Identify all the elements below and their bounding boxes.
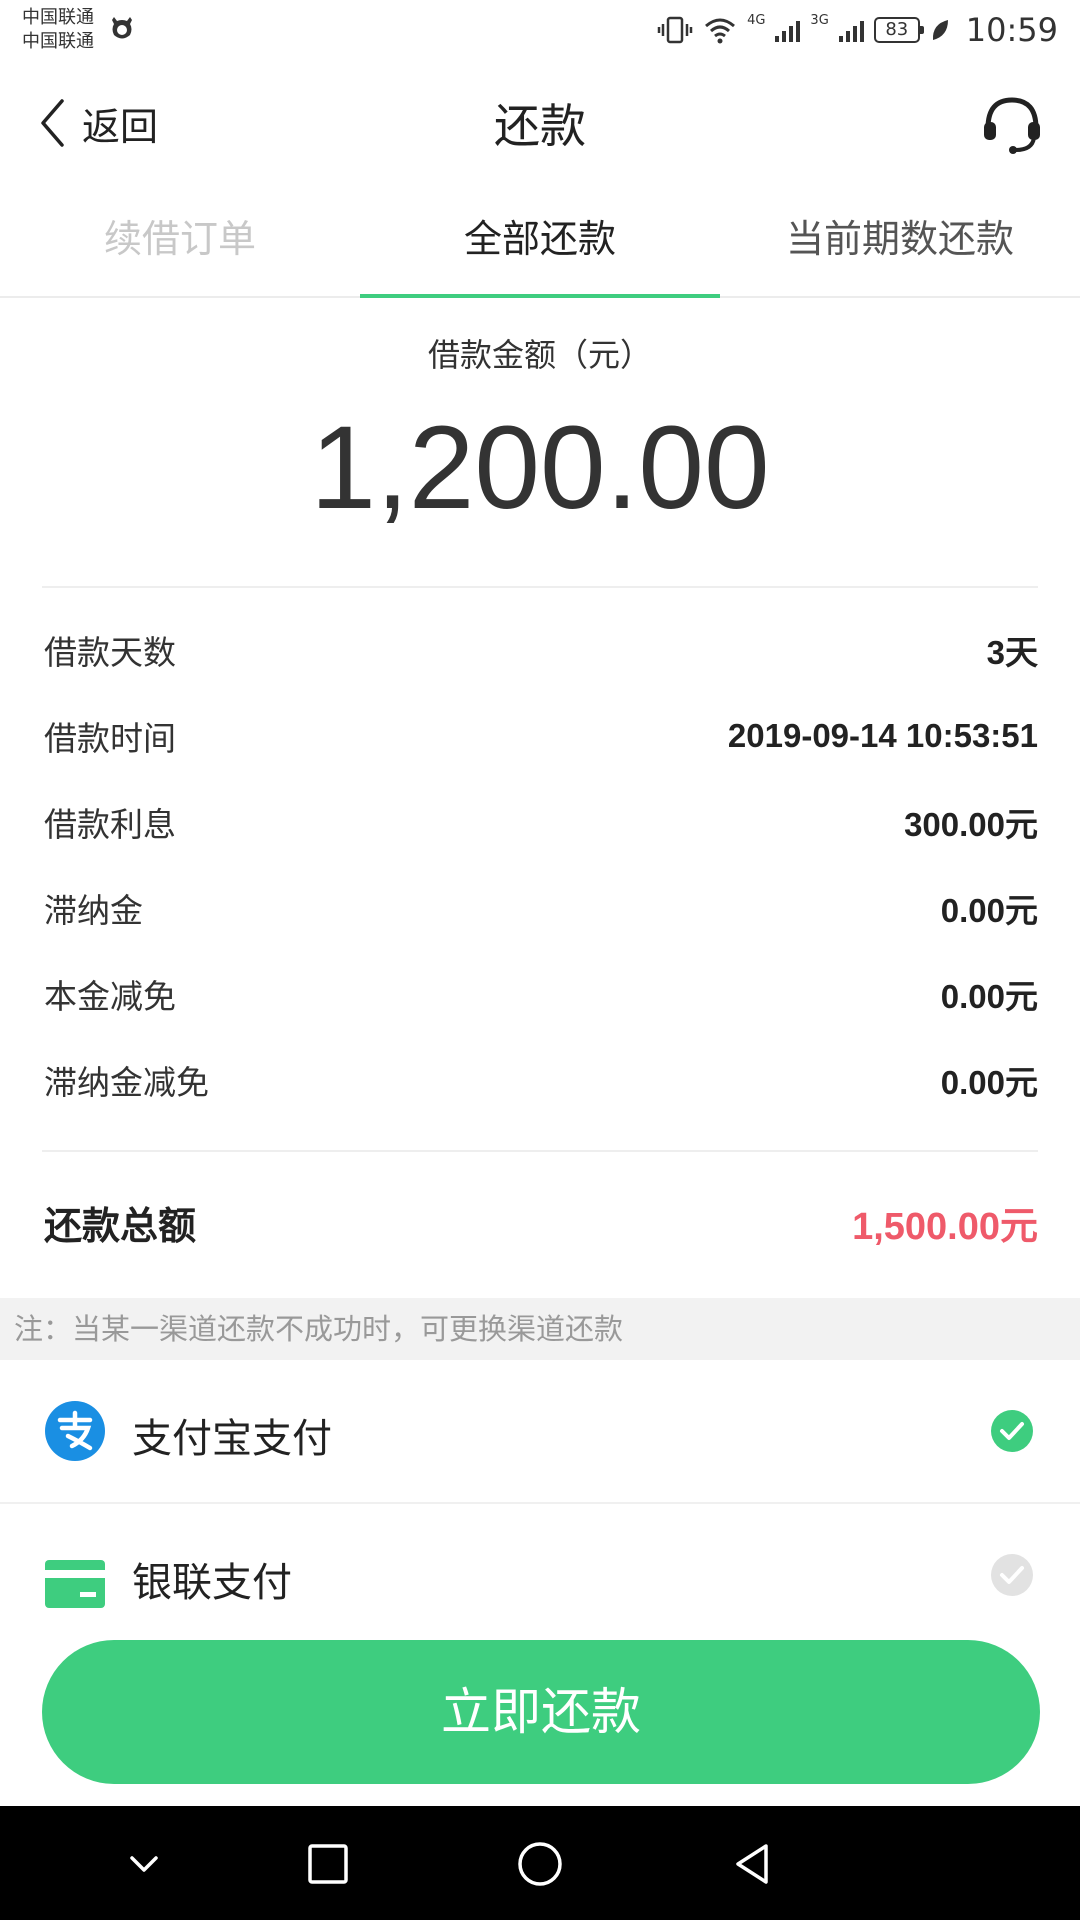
alipay-icon: [45, 1401, 105, 1461]
amount-label: 借款金额（元）: [427, 336, 652, 374]
recents-square-icon[interactable]: [304, 1840, 352, 1888]
status-icons: 4G 3G 83 10:59: [657, 10, 1058, 50]
divider: [42, 586, 1038, 588]
notification-icon: [112, 17, 132, 39]
network-type-2: 3G: [810, 12, 829, 28]
detail-label: 借款利息: [44, 805, 176, 844]
chevron-down-icon[interactable]: [120, 1840, 168, 1888]
leaf-icon: [932, 20, 948, 40]
payment-label: 银联支付: [132, 1560, 292, 1606]
detail-label: 滞纳金: [44, 891, 143, 930]
amount-value: 1,200.00: [310, 402, 770, 534]
check-selected-icon: [991, 1410, 1033, 1452]
payment-option-alipay[interactable]: 支付宝支付: [0, 1360, 1080, 1502]
clock: 10:59: [965, 11, 1058, 49]
signal-icon: [838, 18, 864, 42]
carrier-2: 中国联通: [22, 31, 94, 52]
carrier-info: 中国联通 中国联通: [22, 6, 94, 54]
detail-row-late-fee: 滞纳金 0.00元: [44, 878, 1038, 938]
detail-row-loan-time: 借款时间 2019-09-14 10:53:51: [44, 706, 1038, 766]
battery-icon: 83: [873, 17, 924, 43]
status-bar: 中国联通 中国联通 4G 3G 83 10:59: [0, 0, 1080, 60]
nav-bar: 返回 还款: [0, 60, 1080, 186]
detail-value: 0.00元: [940, 978, 1038, 1015]
detail-value: 3天: [986, 634, 1038, 671]
detail-label: 借款天数: [44, 633, 176, 672]
check-unselected-icon: [991, 1554, 1033, 1596]
tab-bar: 续借订单 全部还款 当前期数还款: [0, 186, 1080, 298]
wifi-icon: [705, 18, 736, 44]
detail-value: 0.00元: [940, 892, 1038, 929]
repay-now-button[interactable]: 立即还款: [42, 1640, 1040, 1784]
detail-row-late-fee-waiver: 滞纳金减免 0.00元: [44, 1050, 1038, 1110]
payment-option-unionpay[interactable]: 银联支付: [0, 1504, 1080, 1646]
vibrate-icon: [657, 16, 693, 44]
card-icon: [45, 1560, 105, 1608]
payment-label: 支付宝支付: [132, 1416, 332, 1462]
detail-label: 借款时间: [44, 719, 176, 758]
total-value: 1,500.00元: [852, 1205, 1038, 1248]
detail-label: 滞纳金减免: [44, 1063, 209, 1102]
tab-renew-order[interactable]: 续借订单: [0, 186, 360, 296]
channel-note: 注：当某一渠道还款不成功时，可更换渠道还款: [0, 1298, 1080, 1360]
page-title: 还款: [494, 99, 586, 153]
back-triangle-icon[interactable]: [728, 1840, 776, 1888]
detail-row-loan-days: 借款天数 3天: [44, 620, 1038, 680]
detail-value: 0.00元: [940, 1064, 1038, 1101]
detail-value: 300.00元: [904, 806, 1038, 843]
detail-row-interest: 借款利息 300.00元: [44, 792, 1038, 852]
tab-current-period-repayment[interactable]: 当前期数还款: [720, 186, 1080, 296]
divider: [42, 1150, 1038, 1152]
detail-row-principal-waiver: 本金减免 0.00元: [44, 964, 1038, 1024]
home-circle-icon[interactable]: [516, 1840, 564, 1888]
system-nav-bar: [0, 1806, 1080, 1920]
detail-label: 本金减免: [44, 977, 176, 1016]
total-label: 还款总额: [44, 1203, 197, 1248]
tab-full-repayment[interactable]: 全部还款: [360, 186, 720, 298]
carrier-1: 中国联通: [22, 7, 94, 28]
signal-icon: [775, 18, 801, 42]
detail-value: 2019-09-14 10:53:51: [727, 717, 1038, 754]
headset-icon[interactable]: [980, 92, 1044, 156]
network-type-1: 4G: [747, 12, 766, 28]
total-row: 还款总额 1,500.00元: [44, 1190, 1038, 1254]
